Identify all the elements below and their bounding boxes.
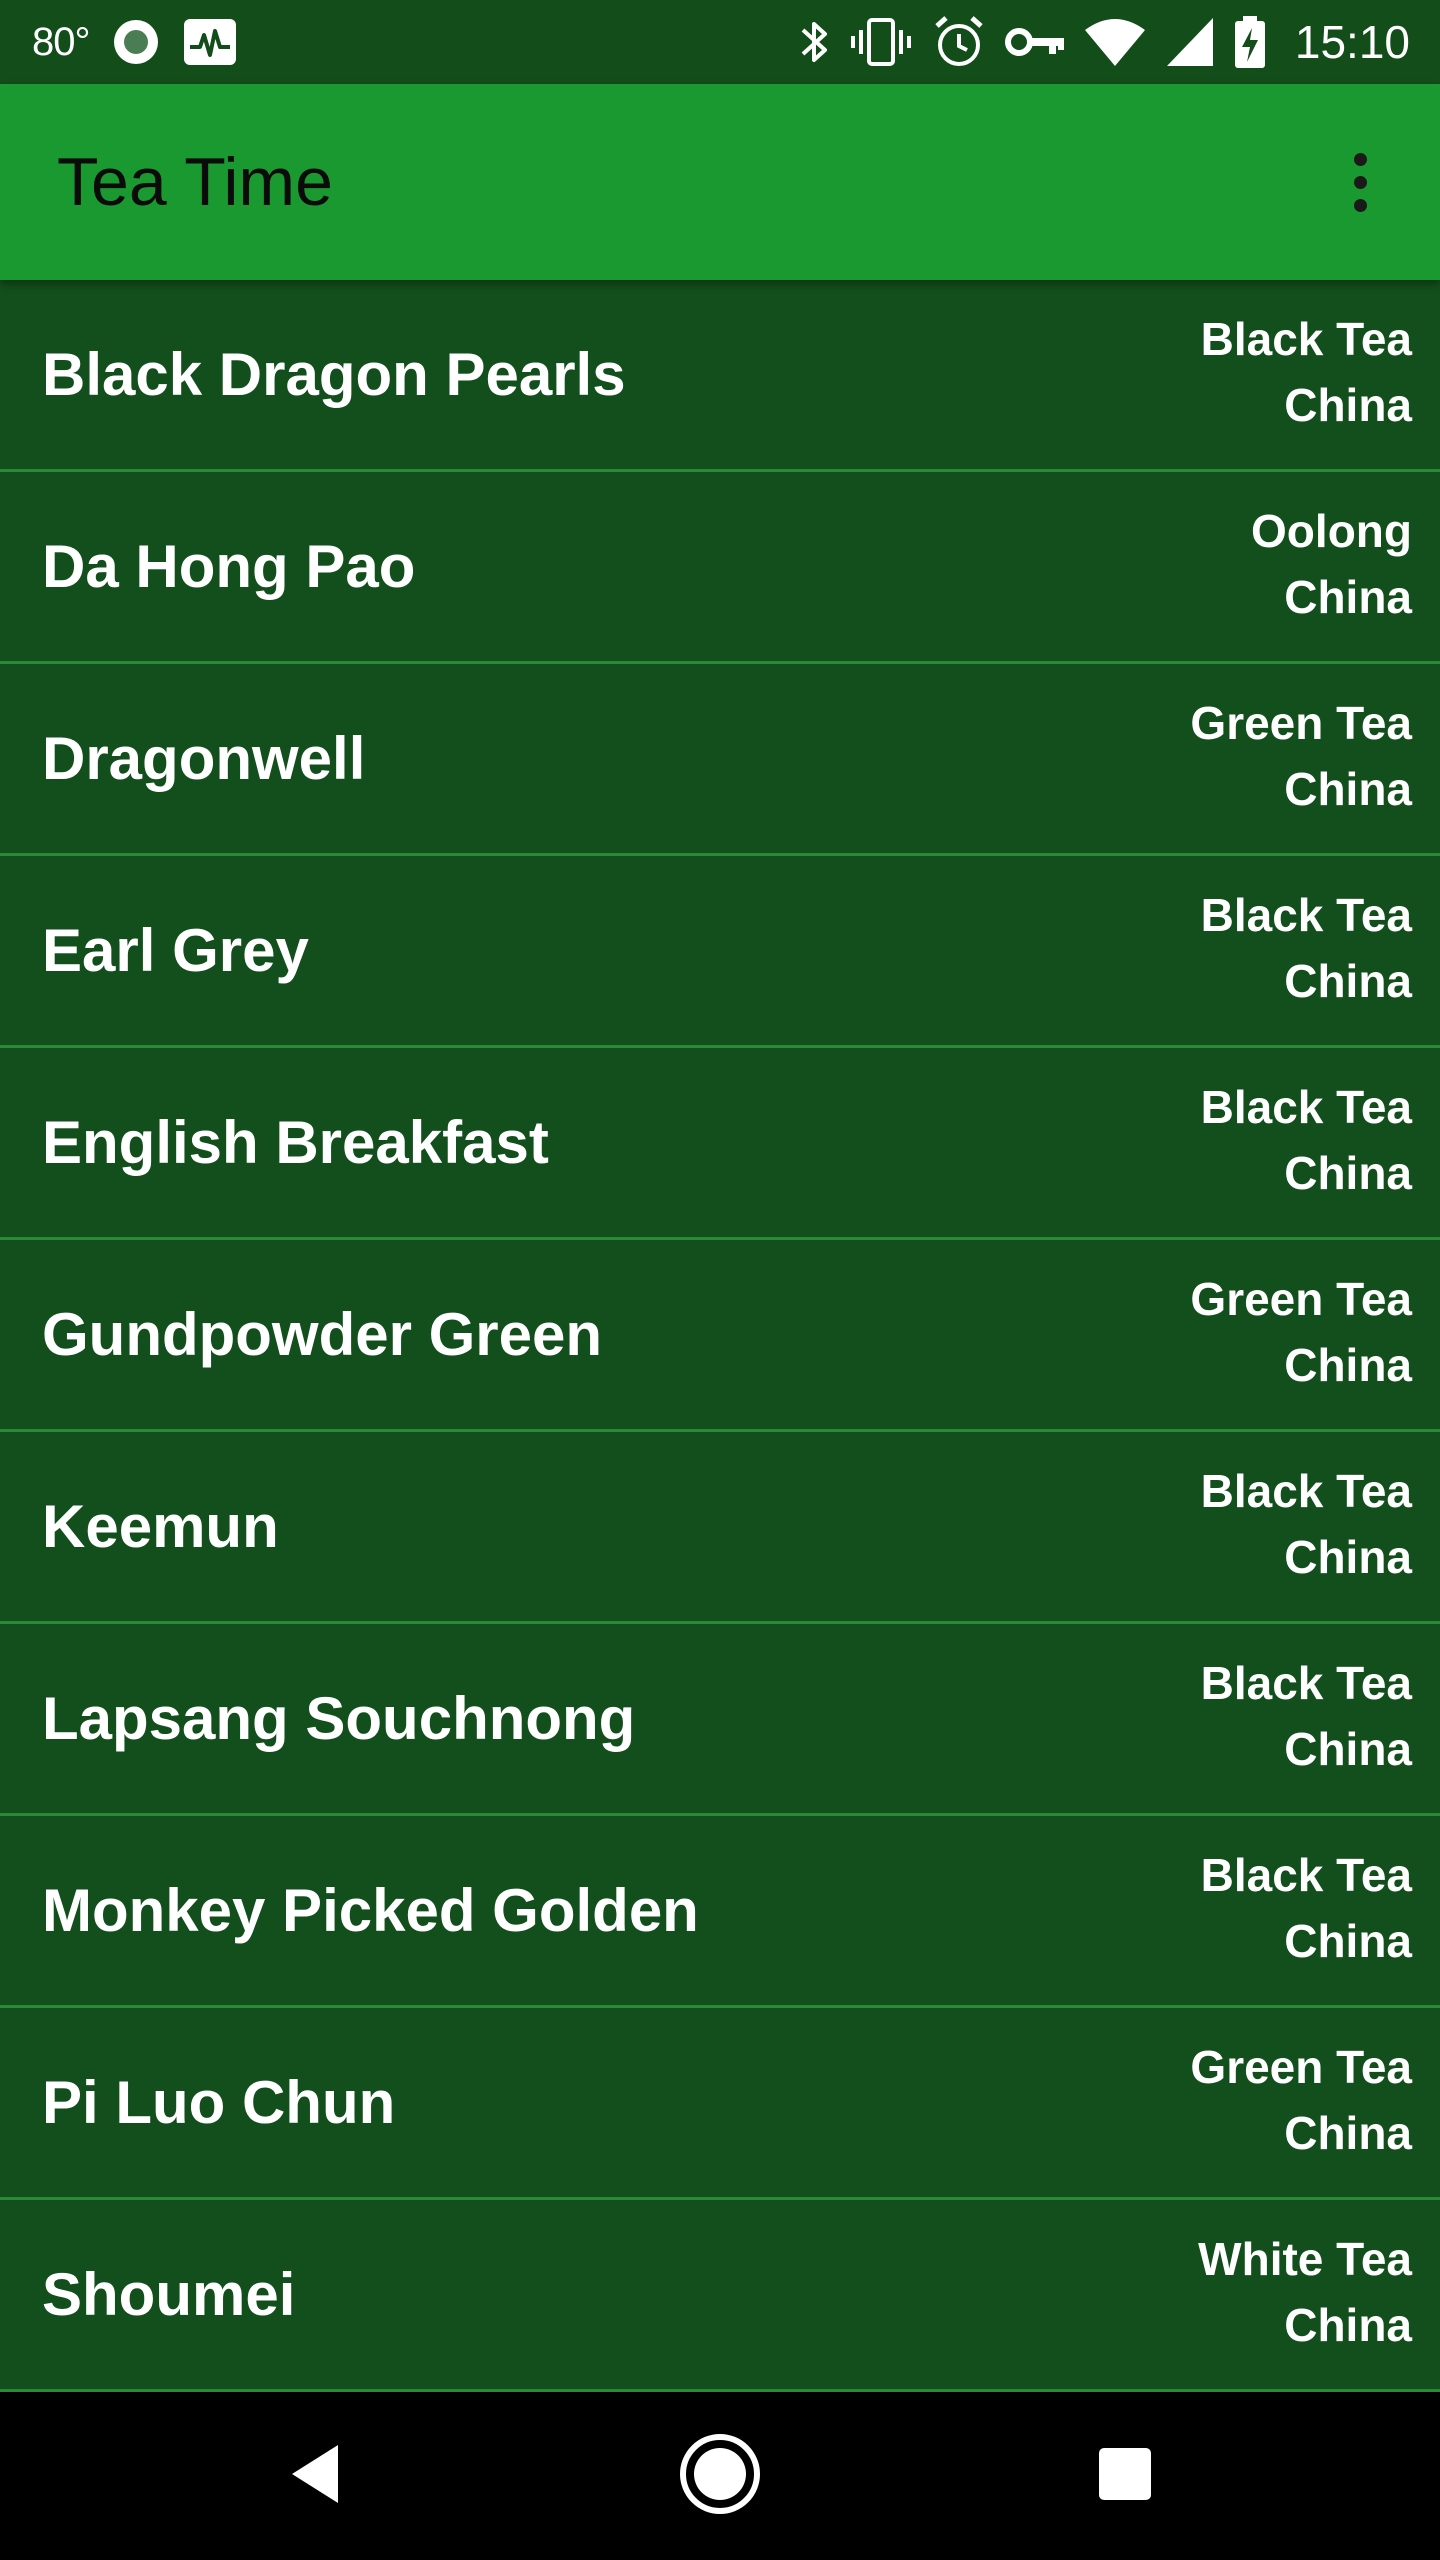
tea-name: Pi Luo Chun — [42, 2069, 396, 2136]
tea-country: China — [1284, 955, 1412, 1007]
alarm-icon — [931, 14, 987, 70]
tea-country: China — [1284, 1723, 1412, 1775]
status-bar: 80° 15:10 — [0, 0, 1440, 84]
tea-type: Black Tea — [1200, 1657, 1412, 1709]
tea-list-item[interactable]: Shoumei White Tea China — [0, 2200, 1440, 2392]
tea-meta: Black Tea China — [1201, 306, 1412, 438]
tea-meta: Green Tea China — [1190, 2034, 1412, 2166]
vibrate-icon — [849, 16, 913, 68]
tea-type: Green Tea — [1190, 697, 1412, 749]
app-bar: Tea Time — [0, 84, 1440, 280]
tea-name: Keemun — [42, 1493, 279, 1560]
tea-meta: Black Tea China — [1201, 1650, 1412, 1782]
tea-country: China — [1284, 571, 1412, 623]
recents-button[interactable] — [1045, 2392, 1205, 2560]
back-icon — [286, 2441, 346, 2511]
tea-country: China — [1284, 763, 1412, 815]
tea-list-item[interactable]: Black Dragon Pearls Black Tea China — [0, 280, 1440, 472]
tea-type: White Tea — [1198, 2233, 1412, 2285]
tea-country: China — [1284, 2107, 1412, 2159]
tea-list: Black Dragon Pearls Black Tea China Da H… — [0, 280, 1440, 2392]
tea-list-item[interactable]: Lapsang Souchnong Black Tea China — [0, 1624, 1440, 1816]
wifi-icon — [1083, 16, 1147, 68]
tea-name: English Breakfast — [42, 1109, 549, 1176]
overflow-menu-button[interactable] — [1320, 142, 1400, 222]
tea-name: Monkey Picked Golden — [42, 1877, 699, 1944]
bluetooth-icon — [797, 16, 831, 68]
tea-meta: Green Tea China — [1190, 1266, 1412, 1398]
tea-type: Black Tea — [1200, 1849, 1412, 1901]
recents-icon — [1096, 2445, 1154, 2507]
vpn-key-icon — [1004, 22, 1065, 62]
tea-name: Dragonwell — [42, 725, 366, 792]
tea-country: China — [1284, 379, 1412, 431]
tea-country: China — [1284, 1531, 1412, 1583]
tea-list-item[interactable]: English Breakfast Black Tea China — [0, 1048, 1440, 1240]
record-circle-icon — [110, 16, 162, 68]
overflow-menu-icon — [1353, 152, 1367, 166]
back-button[interactable] — [236, 2392, 396, 2560]
tea-meta: Black Tea China — [1201, 882, 1412, 1014]
tea-country: China — [1284, 1147, 1412, 1199]
tea-type: Green Tea — [1190, 1273, 1412, 1325]
tea-meta: Black Tea China — [1201, 1458, 1412, 1590]
tea-meta: Green Tea China — [1190, 690, 1412, 822]
tea-type: Black Tea — [1200, 1465, 1412, 1517]
tea-type: Oolong — [1251, 505, 1412, 557]
tea-list-item[interactable]: Gundpowder Green Green Tea China — [0, 1240, 1440, 1432]
tea-type: Black Tea — [1200, 889, 1412, 941]
home-button[interactable] — [640, 2392, 800, 2560]
clock-text: 15:10 — [1294, 16, 1410, 68]
app-title: Tea Time — [57, 144, 333, 220]
temperature-text: 80° — [32, 19, 90, 64]
navigation-bar — [0, 2392, 1440, 2560]
tea-list-item[interactable]: Keemun Black Tea China — [0, 1432, 1440, 1624]
tea-list-item[interactable]: Earl Grey Black Tea China — [0, 856, 1440, 1048]
tea-name: Shoumei — [42, 2261, 296, 2328]
tea-meta: Black Tea China — [1201, 1842, 1412, 1974]
overflow-menu-icon-dot — [1353, 175, 1367, 189]
tea-name: Earl Grey — [42, 917, 309, 984]
tea-country: China — [1284, 2299, 1412, 2351]
battery-charging-icon — [1233, 14, 1267, 70]
tea-country: China — [1284, 1339, 1412, 1391]
tea-list-item[interactable]: Pi Luo Chun Green Tea China — [0, 2008, 1440, 2200]
activity-monitor-icon — [182, 17, 238, 67]
tea-name: Lapsang Souchnong — [42, 1685, 636, 1752]
tea-list-item[interactable]: Monkey Picked Golden Black Tea China — [0, 1816, 1440, 2008]
overflow-menu-icon-dot — [1353, 198, 1367, 212]
tea-type: Green Tea — [1190, 2041, 1412, 2093]
screen: 80° 15:10 Tea Time Black Dragon Pearls B… — [0, 0, 1440, 2560]
cell-signal-icon — [1165, 16, 1215, 68]
tea-meta: White Tea China — [1198, 2226, 1412, 2358]
home-icon — [678, 2432, 762, 2520]
tea-list-item[interactable]: Dragonwell Green Tea China — [0, 664, 1440, 856]
tea-country: China — [1284, 1915, 1412, 1967]
tea-meta: Black Tea China — [1201, 1074, 1412, 1206]
tea-list-item[interactable]: Da Hong Pao Oolong China — [0, 472, 1440, 664]
tea-name: Gundpowder Green — [42, 1301, 603, 1368]
tea-type: Black Tea — [1200, 1081, 1412, 1133]
tea-type: Black Tea — [1200, 313, 1412, 365]
tea-name: Black Dragon Pearls — [42, 341, 626, 408]
tea-name: Da Hong Pao — [42, 533, 416, 600]
status-bar-left: 80° — [32, 0, 238, 84]
status-bar-right: 15:10 — [797, 0, 1410, 84]
tea-meta: Oolong China — [1251, 498, 1412, 630]
